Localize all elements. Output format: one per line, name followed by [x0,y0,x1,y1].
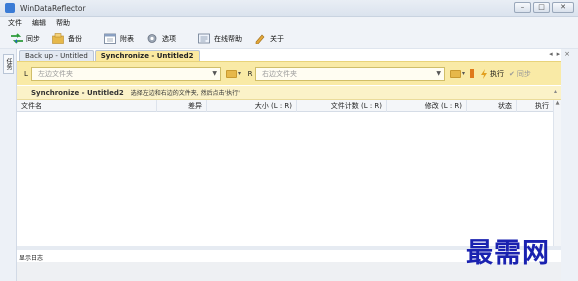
info-description: 选择左边和右边的文件夹, 然后点击'执行' [130,90,240,97]
dropdown-arrow-icon: ▾ [462,70,466,77]
gear-icon [146,33,158,44]
sync-label: 同步 [26,34,40,43]
left-side-panel: 任务 [0,49,17,281]
menu-bar: 文件 编辑 帮助 [0,17,578,29]
backup-icon [52,33,64,44]
column-size[interactable]: 大小 (L : R) [207,99,297,112]
column-modified[interactable]: 修改 (L : R) [387,99,467,112]
online-help-label: 在线帮助 [214,34,242,43]
online-help-icon [198,33,210,44]
tab-backup-untitled[interactable]: Back up - Untitled [19,50,94,61]
left-browse-button[interactable]: ▾ [226,69,242,78]
execute-button[interactable]: 执行 [480,68,505,79]
close-button[interactable]: ✕ [552,2,574,13]
right-side-letter: R [247,69,253,78]
folder-icon [226,69,237,78]
app-icon [5,3,15,13]
sync-arrows-icon [10,33,23,44]
schedule-button[interactable]: 附表 [104,33,134,44]
menu-edit[interactable]: 编辑 [32,18,46,28]
folder-icon [450,69,462,78]
toolbar: 同步 备份 附表 选项 在线帮助 关于 [0,29,578,49]
title-bar: WinDataReflector – □ ✕ [0,0,578,17]
vertical-scrollbar[interactable]: ▲ [553,100,561,247]
execute-label: 执行 [490,69,505,78]
info-bar: Synchronize - Untitled2 选择左边和右边的文件夹, 然后点… [17,86,561,100]
menu-help[interactable]: 帮助 [56,18,70,28]
watermark-logo: 最需网 [466,238,550,269]
window-title: WinDataReflector [20,3,86,13]
column-status[interactable]: 状态 [467,99,517,112]
info-title: Synchronize - Untitled2 [31,88,124,97]
left-folder-input[interactable]: 左边文件夹 ▼ [31,66,221,81]
log-label[interactable]: 显示日志 [19,253,43,262]
about-icon [254,33,266,45]
window-controls: – □ ✕ [514,2,574,13]
column-action[interactable]: 执行 [517,100,553,112]
tab-close-icon[interactable]: × [564,50,570,58]
chevron-down-icon[interactable]: ▼ [212,70,217,77]
right-folder-placeholder: 右边文件夹 [262,69,298,78]
scroll-up-icon[interactable]: ▲ [554,100,561,106]
schedule-icon [104,33,116,44]
document-tabs: Back up - Untitled Synchronize - Untitle… [19,49,559,61]
tasks-side-tab[interactable]: 任务 [3,54,14,74]
tab-next-icon[interactable]: ▸ [557,50,561,58]
left-side-letter: L [24,69,28,78]
right-side-panel [561,49,578,281]
online-help-button[interactable]: 在线帮助 [198,33,242,44]
column-filename[interactable]: 文件名 [17,99,157,112]
dropdown-arrow-icon: ▾ [238,70,242,77]
maximize-button[interactable]: □ [533,2,550,13]
lightning-icon [481,68,488,79]
column-file-count[interactable]: 文件计数 (L : R) [297,99,387,112]
folder-path-bar: L 左边文件夹 ▼ ▾ R 右边文件夹 ▼ ▾ 执行 ✔ 同步 [17,61,561,85]
menu-file[interactable]: 文件 [8,18,22,28]
tab-prev-icon[interactable]: ◂ [549,50,553,58]
column-difference[interactable]: 差异 [157,99,207,112]
checkmark-icon: ✔ [509,69,515,78]
tab-navigation: ◂ ▸ × [549,50,570,58]
backup-button[interactable]: 备份 [52,33,82,44]
options-label: 选项 [162,34,176,43]
flag-icon [470,69,475,78]
about-button[interactable]: 关于 [254,33,284,45]
sync-button[interactable]: 同步 [10,33,40,44]
sync-run-button[interactable]: ✔ 同步 [509,69,531,79]
backup-label: 备份 [68,34,82,43]
tab-synchronize-untitled2[interactable]: Synchronize - Untitled2 [94,50,200,61]
sync-run-label: 同步 [516,69,531,78]
right-folder-input[interactable]: 右边文件夹 ▼ [255,66,446,81]
chevron-down-icon[interactable]: ▼ [436,70,441,77]
right-browse-button[interactable]: ▾ [450,69,466,78]
about-label: 关于 [270,34,284,43]
file-table-header: 文件名 差异 大小 (L : R) 文件计数 (L : R) 修改 (L : R… [17,99,553,112]
file-table-body[interactable] [17,112,553,247]
collapse-icon[interactable]: ▴ [554,88,557,95]
minimize-button[interactable]: – [514,2,531,13]
options-button[interactable]: 选项 [146,33,176,44]
schedule-label: 附表 [120,34,134,43]
left-folder-placeholder: 左边文件夹 [38,69,73,78]
